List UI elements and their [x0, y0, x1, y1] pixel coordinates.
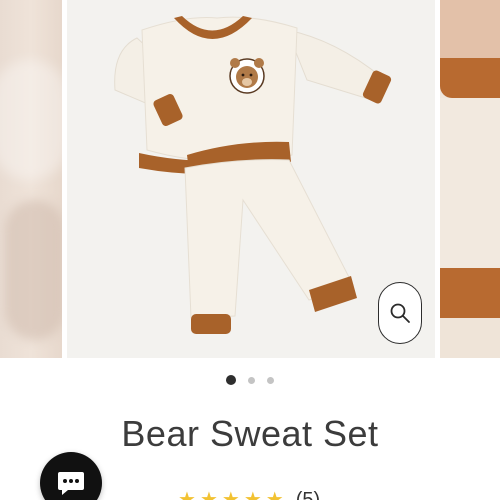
fabric-fold — [5, 200, 62, 340]
star-icon: ★ — [243, 489, 262, 500]
gallery-pagination — [0, 374, 500, 386]
star-icon: ★ — [178, 489, 196, 500]
gallery-previous-slide[interactable] — [0, 0, 62, 358]
magnifier-icon — [390, 303, 410, 323]
product-image-gallery[interactable] — [0, 0, 500, 362]
sleeve-cuff — [440, 58, 500, 98]
star-icon: ★ — [199, 489, 218, 500]
rating-count[interactable]: (5) — [296, 490, 320, 500]
waistband — [440, 268, 500, 318]
chat-bubble-icon — [58, 472, 84, 495]
pagination-dot-1[interactable] — [226, 375, 236, 385]
gallery-next-slide[interactable] — [440, 0, 500, 358]
pagination-dot-2[interactable] — [248, 376, 255, 384]
zoom-button[interactable] — [378, 282, 422, 344]
star-icon: ★ — [221, 489, 240, 500]
fabric-fold — [0, 60, 62, 180]
sweater-body — [440, 98, 500, 268]
pants-top — [440, 318, 500, 358]
chat-button[interactable] — [40, 452, 102, 500]
model-arm — [440, 0, 500, 58]
pagination-dot-3[interactable] — [267, 376, 274, 384]
star-icon: ★ — [265, 489, 284, 500]
product-rating[interactable]: ★ ★ ★ ★ ★ (5) — [178, 490, 320, 500]
product-title: Bear Sweat Set — [121, 413, 379, 454]
